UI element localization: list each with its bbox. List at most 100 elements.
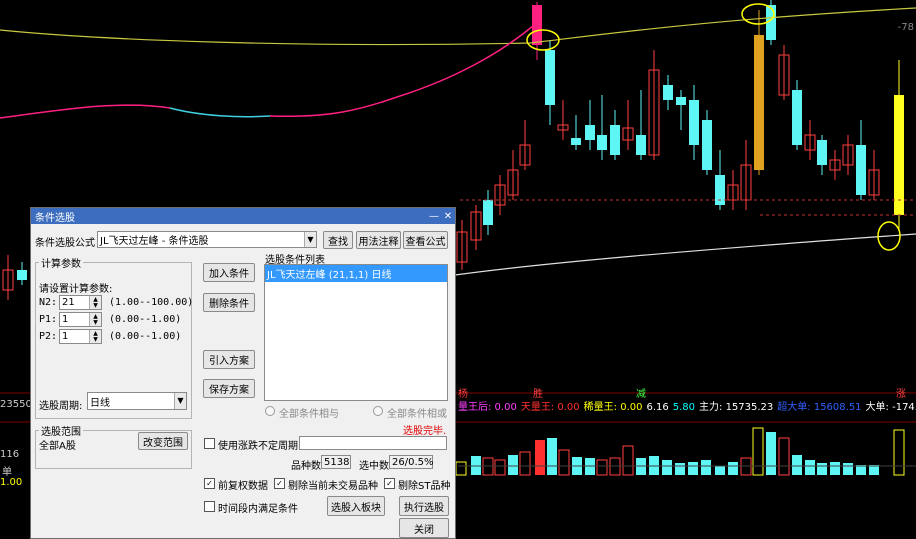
oscillator-pink-line-2 xyxy=(269,19,541,118)
import-scheme-button[interactable]: 引入方案 xyxy=(203,350,255,369)
indicator-info-bar: 量王后: 0.00 天量王: 0.00 稀量王: 0.00 6.16 5.80 主力: 1… xyxy=(458,398,916,413)
selected-label: 选中数 xyxy=(359,461,389,472)
indicator-value: 天量王: 0.00 xyxy=(520,402,580,413)
selected-value: 26/0.5% xyxy=(389,455,434,469)
oscillator-pink-line xyxy=(0,104,171,119)
volume-bar xyxy=(792,455,802,475)
restore-data-checkbox[interactable]: ✓ xyxy=(204,478,215,489)
chevron-down-icon[interactable]: ▼ xyxy=(174,393,186,409)
volume-bar xyxy=(728,462,738,475)
save-scheme-button[interactable]: 保存方案 xyxy=(203,379,255,398)
remove-st-checkbox[interactable]: ✓ xyxy=(384,478,395,489)
volume-bar xyxy=(622,445,634,476)
param-name: P2: xyxy=(39,331,58,342)
candle-body xyxy=(597,135,607,150)
signal-label: 胜 xyxy=(533,389,543,400)
param-value: 1 xyxy=(62,331,69,342)
dialog-titlebar: 条件选股 — ✕ xyxy=(31,208,455,224)
find-button[interactable]: 查找 xyxy=(323,231,353,249)
candle-body xyxy=(610,125,620,155)
condition-stock-selection-dialog: 条件选股 — ✕ 条件选股公式 JL飞天过左峰 - 条件选股 ▼ 查找 用法注释… xyxy=(30,207,456,539)
param-p2-stepper[interactable]: 1 ▲ ▼ xyxy=(59,329,102,344)
range-value: 全部A股 xyxy=(39,441,76,452)
spin-arrows-icon[interactable]: ▲ ▼ xyxy=(89,296,101,309)
signal-label: 涨 xyxy=(896,389,906,400)
period-value: 日线 xyxy=(90,397,110,409)
condition-list[interactable]: JL飞天过左峰 (21,1,1) 日线 xyxy=(264,264,448,401)
radio-or-label: 全部条件相或 xyxy=(387,409,447,420)
formula-select[interactable]: JL飞天过左峰 - 条件选股 ▼ xyxy=(97,231,317,248)
period-satisfy-label: 时间段内满足条件 xyxy=(218,504,298,515)
remove-untraded-checkbox[interactable]: ✓ xyxy=(274,478,285,489)
close-button[interactable]: 关闭 xyxy=(399,518,449,538)
calc-prompt: 请设置计算参数: xyxy=(39,284,113,295)
period-satisfy-checkbox[interactable] xyxy=(204,501,215,512)
param-value: 21 xyxy=(62,297,75,308)
volume-bar xyxy=(805,460,815,475)
param-value: 1 xyxy=(62,314,69,325)
signal-label: 减 xyxy=(636,389,646,400)
add-condition-button[interactable]: 加入条件 xyxy=(203,263,255,282)
volume-bar xyxy=(843,463,853,475)
indicator-value: 稀量王: 0.00 xyxy=(583,402,643,413)
indicator-value: 量王后: 0.00 xyxy=(458,402,517,413)
count-value: 5138 xyxy=(321,455,351,469)
candle-body xyxy=(585,125,595,140)
volume-bar xyxy=(752,427,764,476)
status-text: 选股完毕. xyxy=(403,426,447,437)
chevron-down-icon[interactable]: ▼ xyxy=(304,232,316,247)
top-right-label: -78 xyxy=(897,22,914,33)
volume-bar xyxy=(535,440,545,475)
period-label: 选股周期: xyxy=(39,401,83,412)
param-p1-stepper[interactable]: 1 ▲ ▼ xyxy=(59,312,102,327)
radio-and[interactable] xyxy=(265,406,275,416)
candle-body xyxy=(754,35,764,170)
select-to-block-button[interactable]: 选股入板块 xyxy=(327,496,385,516)
volume-bar xyxy=(675,463,685,475)
delete-condition-button[interactable]: 删除条件 xyxy=(203,293,255,312)
volume-bar xyxy=(547,438,557,475)
left-axis-label: 单 xyxy=(2,467,12,478)
candle-body xyxy=(792,90,802,145)
volume-bar xyxy=(519,451,531,476)
volume-bar xyxy=(715,466,725,475)
oscillator-cyan-line xyxy=(169,107,271,118)
candle-body xyxy=(571,138,581,145)
usage-notes-button[interactable]: 用法注释 xyxy=(356,231,401,249)
candle-body xyxy=(545,50,555,105)
candle-body xyxy=(856,145,866,195)
volume-bar xyxy=(662,460,672,475)
indicator-value: 大单: -174.33 xyxy=(865,402,916,413)
volume-bar xyxy=(893,429,905,476)
indicator-value: 超大单: 15608.51 xyxy=(777,402,862,413)
signal-label: 杨 xyxy=(458,389,468,400)
change-range-button[interactable]: 改变范围 xyxy=(138,432,188,450)
volume-bar xyxy=(596,459,608,476)
candle-body xyxy=(676,97,686,105)
period-select[interactable]: 日线 ▼ xyxy=(87,392,187,410)
close-icon[interactable]: ✕ xyxy=(441,211,455,222)
param-name: N2: xyxy=(39,297,58,308)
spin-arrows-icon[interactable]: ▲ ▼ xyxy=(89,313,101,326)
formula-label: 条件选股公式 xyxy=(35,238,95,249)
candle-body xyxy=(483,200,493,225)
uncertain-period-checkbox[interactable] xyxy=(204,438,215,449)
volume-bar xyxy=(508,455,518,475)
param-n2-stepper[interactable]: 21 ▲ ▼ xyxy=(59,295,102,310)
execute-selection-button[interactable]: 执行选股 xyxy=(399,496,449,516)
minimize-icon[interactable]: — xyxy=(427,211,441,222)
view-formula-button[interactable]: 查看公式 xyxy=(403,231,448,249)
indicator-value: 主力: 15735.23 xyxy=(699,402,774,413)
condition-list-item[interactable]: JL飞天过左峰 (21,1,1) 日线 xyxy=(265,265,447,282)
radio-or[interactable] xyxy=(373,406,383,416)
volume-bar xyxy=(688,462,698,475)
count-label: 品种数 xyxy=(291,461,321,472)
volume-bar xyxy=(830,462,840,475)
volume-bar xyxy=(817,463,827,475)
volume-bars xyxy=(455,427,905,476)
candle-body xyxy=(17,270,27,280)
restore-data-label: 前复权数据 xyxy=(218,481,268,492)
ma-upper-line xyxy=(0,7,916,46)
spin-arrows-icon[interactable]: ▲ ▼ xyxy=(89,330,101,343)
volume-bar xyxy=(455,461,467,476)
